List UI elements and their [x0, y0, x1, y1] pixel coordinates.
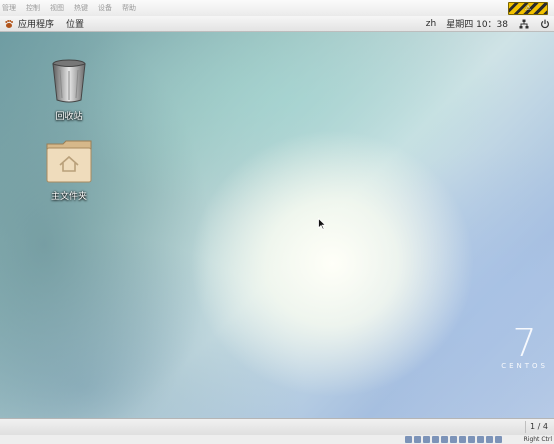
vbox-menubar: 管理 控制 视图 热键 设备 帮助 ⚠: [0, 0, 554, 17]
desktop-icon-home-folder[interactable]: 主文件夹: [39, 138, 99, 202]
hard-disk-icon[interactable]: [405, 436, 412, 443]
centos-wordmark: CENTOS: [501, 362, 548, 370]
desktop-icon-trash[interactable]: 回收站: [39, 58, 99, 122]
cpu-icon[interactable]: [477, 436, 484, 443]
vbox-status-bar: Right Ctrl: [0, 435, 554, 444]
vbox-menu: 管理 控制 视图 热键 设备 帮助: [2, 3, 136, 13]
usb-icon[interactable]: [441, 436, 448, 443]
trash-icon: [50, 59, 88, 107]
vbox-menu-help[interactable]: 帮助: [122, 3, 136, 13]
centos-branding: 7 CENTOS: [501, 324, 548, 370]
home-folder-label: 主文件夹: [50, 192, 87, 202]
vbox-menu-view[interactable]: 视图: [50, 3, 64, 13]
gnome-top-panel: 应用程序 位置 zh 星期四 10：38: [0, 16, 554, 32]
applications-menu[interactable]: 应用程序: [18, 17, 54, 30]
network-icon[interactable]: [518, 18, 529, 29]
vbox-menu-control[interactable]: 控制: [26, 3, 40, 13]
vbox-logo-icon: ⚠: [508, 2, 548, 15]
input-method-indicator[interactable]: zh: [426, 19, 436, 29]
vbox-menu-manage[interactable]: 管理: [2, 3, 16, 13]
keyboard-icon[interactable]: [495, 436, 502, 443]
optical-drive-icon[interactable]: [414, 436, 421, 443]
workspace-indicator[interactable]: 1 / 4: [525, 421, 552, 433]
gnome-foot-icon: [3, 18, 14, 29]
vbox-device-icons: [405, 436, 502, 443]
places-menu[interactable]: 位置: [66, 17, 84, 30]
desktop[interactable]: 回收站 主文件夹 7 CENTOS: [0, 32, 554, 418]
home-folder-icon: [45, 140, 93, 187]
gnome-bottom-panel: 1 / 4: [0, 418, 554, 436]
shared-folder-icon[interactable]: [450, 436, 457, 443]
power-icon[interactable]: [539, 18, 550, 29]
host-key-label: Right Ctrl: [523, 436, 552, 443]
display-icon[interactable]: [459, 436, 466, 443]
centos-version: 7: [512, 321, 537, 365]
vbox-menu-hotkeys[interactable]: 热键: [74, 3, 88, 13]
video-capture-icon[interactable]: [468, 436, 475, 443]
trash-label: 回收站: [55, 112, 83, 122]
clock[interactable]: 星期四 10：38: [446, 17, 508, 30]
mouse-integration-icon[interactable]: [486, 436, 493, 443]
mouse-cursor-icon: [318, 217, 327, 233]
vbox-menu-devices[interactable]: 设备: [98, 3, 112, 13]
audio-icon[interactable]: [423, 436, 430, 443]
network-adapter-icon[interactable]: [432, 436, 439, 443]
